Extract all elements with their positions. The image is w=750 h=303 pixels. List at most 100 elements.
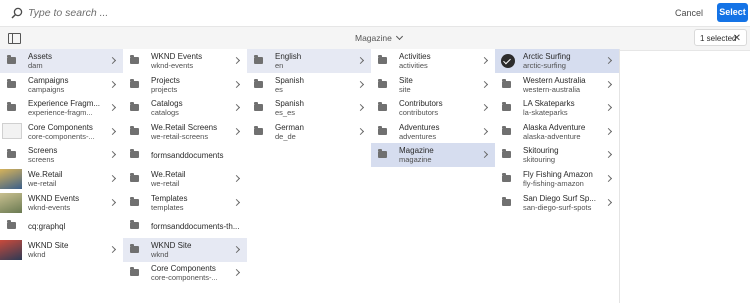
- chevron-right-icon[interactable]: [108, 104, 117, 112]
- select-button[interactable]: Select: [717, 3, 748, 22]
- chevron-right-icon[interactable]: [604, 80, 613, 88]
- list-item[interactable]: formsanddocuments-th...: [123, 214, 247, 238]
- list-item[interactable]: We.Retail Screens we-retail-screens: [123, 120, 247, 144]
- chevron-right-icon[interactable]: [480, 80, 489, 88]
- list-item[interactable]: Arctic Surfing arctic-surfing: [495, 49, 619, 73]
- list-item[interactable]: Fly Fishing Amazon fly-fishing-amazon: [495, 167, 619, 191]
- item-title: Contributors: [399, 99, 443, 109]
- chevron-right-icon[interactable]: [232, 127, 241, 135]
- list-item[interactable]: cq:graphql: [0, 214, 123, 238]
- chevron-right-icon[interactable]: [232, 245, 241, 253]
- chevron-right-icon[interactable]: [604, 151, 613, 159]
- folder-icon: [254, 78, 263, 88]
- list-item[interactable]: We.Retail we-retail: [0, 167, 123, 191]
- list-item[interactable]: Screens screens: [0, 143, 123, 167]
- chevron-right-icon[interactable]: [480, 104, 489, 112]
- item-subtitle: we-retail: [151, 179, 180, 188]
- list-item[interactable]: Site site: [371, 73, 495, 97]
- chevron-right-icon[interactable]: [232, 80, 241, 88]
- chevron-right-icon[interactable]: [108, 80, 117, 88]
- list-item[interactable]: Adventures adventures: [371, 120, 495, 144]
- list-item[interactable]: Catalogs catalogs: [123, 96, 247, 120]
- chevron-down-icon: [395, 32, 403, 41]
- folder-icon: [378, 125, 387, 135]
- chevron-right-icon[interactable]: [232, 269, 241, 277]
- item-subtitle: projects: [151, 84, 178, 94]
- chevron-right-icon[interactable]: [232, 104, 241, 112]
- chevron-right-icon[interactable]: [604, 104, 613, 112]
- chevron-right-icon[interactable]: [108, 56, 117, 65]
- list-item[interactable]: Western Australia western-australia: [495, 73, 619, 97]
- list-item[interactable]: Spanish es: [247, 73, 371, 97]
- list-item[interactable]: Templates templates: [123, 191, 247, 215]
- chevron-right-icon[interactable]: [356, 104, 365, 112]
- list-item[interactable]: Core Components core-components-...: [123, 261, 247, 285]
- item-title: We.Retail: [151, 170, 186, 179]
- list-item[interactable]: Projects projects: [123, 73, 247, 97]
- list-item[interactable]: San Diego Surf Sp... san-diego-surf-spots: [495, 191, 619, 215]
- item-title: Arctic Surfing: [523, 52, 571, 61]
- chevron-right-icon[interactable]: [604, 198, 613, 206]
- list-item[interactable]: Assets dam: [0, 49, 123, 73]
- list-item[interactable]: formsanddocuments: [123, 143, 247, 167]
- item-subtitle: western-australia: [523, 84, 581, 94]
- toggle-rail-icon[interactable]: [8, 33, 21, 44]
- list-item[interactable]: WKND Site wknd: [123, 237, 247, 262]
- list-item[interactable]: Campaigns campaigns: [0, 73, 123, 97]
- chevron-right-icon[interactable]: [108, 198, 117, 206]
- list-item[interactable]: We.Retail we-retail: [123, 167, 247, 191]
- search-icon: [11, 7, 23, 19]
- chevron-right-icon[interactable]: [480, 56, 489, 65]
- list-item[interactable]: LA Skateparks la-skateparks: [495, 96, 619, 120]
- chevron-right-icon[interactable]: [356, 127, 365, 135]
- cancel-button[interactable]: Cancel: [675, 5, 703, 21]
- item-title: Core Components: [151, 264, 216, 274]
- item-subtitle: skitouring: [523, 155, 556, 165]
- list-item[interactable]: WKND Site wknd: [0, 238, 123, 262]
- checkmark-icon[interactable]: [501, 54, 515, 68]
- folder-icon: [254, 125, 263, 135]
- chevron-right-icon[interactable]: [604, 56, 613, 65]
- clear-selection-icon[interactable]: ✕: [733, 30, 741, 47]
- photo-thumbnail-icon: [0, 239, 22, 260]
- list-item[interactable]: Core Components core-components-...: [0, 120, 123, 144]
- item-subtitle: we-retail-screens: [151, 131, 209, 141]
- chevron-right-icon[interactable]: [356, 56, 365, 65]
- chevron-right-icon[interactable]: [232, 198, 241, 206]
- list-item[interactable]: WKND Events wknd-events: [0, 191, 123, 215]
- chevron-right-icon[interactable]: [108, 151, 117, 159]
- list-item[interactable]: Experience Fragm... experience-fragm...: [0, 96, 123, 120]
- item-subtitle: we-retail: [28, 179, 57, 188]
- folder-icon: [7, 220, 16, 230]
- page-thumbnail-icon: [2, 122, 22, 139]
- chevron-right-icon[interactable]: [108, 127, 117, 135]
- folder-icon: [502, 78, 511, 88]
- list-item[interactable]: WKND Events wknd-events: [123, 49, 247, 73]
- chevron-right-icon[interactable]: [356, 80, 365, 88]
- list-item[interactable]: Magazine magazine: [371, 143, 495, 168]
- chevron-right-icon[interactable]: [480, 127, 489, 135]
- photo-thumbnail-icon: [0, 192, 22, 213]
- search-input[interactable]: [28, 3, 328, 23]
- list-item[interactable]: Alaska Adventure alaska-adventure: [495, 120, 619, 144]
- item-title: formsanddocuments-th...: [151, 222, 240, 232]
- item-subtitle: es_es: [275, 108, 296, 118]
- chevron-right-icon[interactable]: [232, 56, 241, 65]
- list-item[interactable]: Contributors contributors: [371, 96, 495, 120]
- item-subtitle: la-skateparks: [523, 108, 568, 118]
- breadcrumb[interactable]: Magazine: [355, 32, 403, 43]
- list-item[interactable]: Activities activities: [371, 49, 495, 73]
- list-item[interactable]: Spanish es_es: [247, 96, 371, 120]
- chevron-right-icon[interactable]: [604, 174, 613, 183]
- chevron-right-icon[interactable]: [108, 174, 117, 183]
- item-subtitle: screens: [28, 155, 55, 165]
- folder-icon: [130, 267, 139, 277]
- item-subtitle: adventures: [399, 131, 437, 141]
- list-item[interactable]: English en: [247, 49, 371, 73]
- chevron-right-icon[interactable]: [232, 174, 241, 183]
- chevron-right-icon[interactable]: [108, 245, 117, 253]
- chevron-right-icon[interactable]: [604, 127, 613, 135]
- chevron-right-icon[interactable]: [480, 151, 489, 159]
- list-item[interactable]: German de_de: [247, 120, 371, 144]
- list-item[interactable]: Skitouring skitouring: [495, 143, 619, 167]
